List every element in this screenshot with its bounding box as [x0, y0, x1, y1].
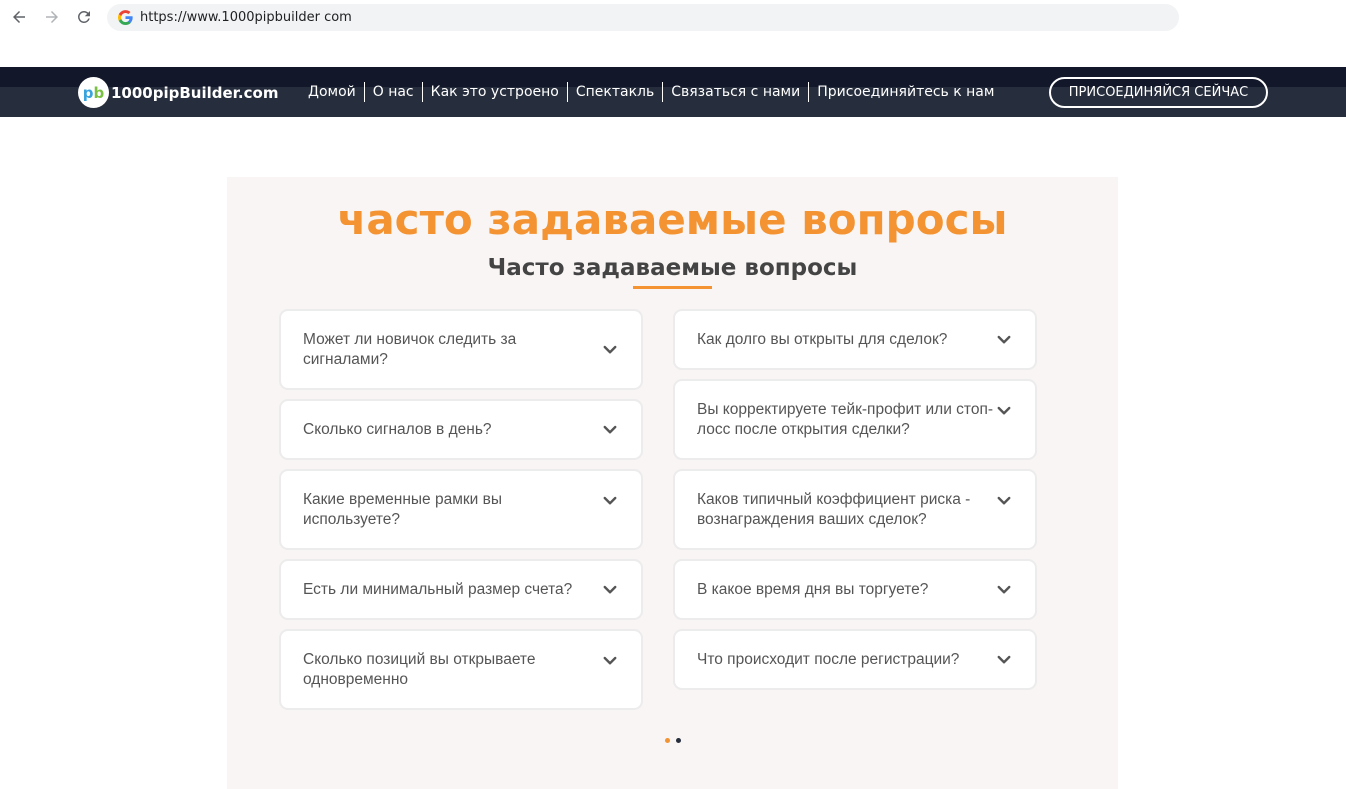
faq-item[interactable]: Есть ли минимальный размер счета?	[279, 559, 643, 620]
reload-button[interactable]	[73, 6, 95, 28]
title-underline	[633, 286, 712, 289]
faq-item[interactable]: Вы корректируете тейк-профит или стоп-ло…	[673, 379, 1037, 460]
chevron-down-icon	[997, 406, 1011, 415]
faq-question: Каков типичный коэффициент риска - возна…	[697, 490, 971, 528]
faq-item[interactable]: В какое время дня вы торгуете?	[673, 559, 1037, 620]
faq-section: часто задаваемые вопросы Часто задаваемы…	[227, 177, 1118, 789]
main-nav: Домой О нас Как это устроено Спектакль С…	[300, 82, 1002, 102]
chevron-down-icon	[603, 585, 617, 593]
faq-question: Сколько позиций вы открываете одновремен…	[303, 650, 536, 688]
logo-text: 1000pipBuilder.com	[111, 83, 279, 102]
faq-subtitle: Часто задаваемые вопросы	[487, 255, 858, 281]
faq-question: Сколько сигналов в день?	[303, 420, 492, 438]
chevron-down-icon	[997, 335, 1011, 343]
arrow-left-icon	[13, 11, 25, 23]
url-text: https://www.1000pipbuilder com	[140, 10, 352, 25]
address-bar[interactable]: https://www.1000pipbuilder com	[107, 4, 1179, 31]
arrow-right-icon	[46, 11, 58, 23]
faq-question: В какое время дня вы торгуете?	[697, 580, 929, 598]
pagination-dot-active[interactable]	[665, 738, 670, 743]
google-icon	[117, 9, 133, 26]
chevron-down-icon	[603, 656, 617, 665]
faq-question: Как долго вы открыты для сделок?	[697, 330, 948, 348]
back-button[interactable]	[8, 6, 30, 28]
faq-question: Что происходит после регистрации?	[697, 650, 960, 668]
chevron-down-icon	[603, 425, 617, 433]
join-now-button[interactable]: ПРИСОЕДИНЯЙСЯ СЕЙЧАС	[1049, 77, 1268, 108]
chevron-down-icon	[997, 585, 1011, 593]
faq-item[interactable]: Какие временные рамки вы используете?	[279, 469, 643, 550]
faq-question: Может ли новичок следить за сигналами?	[303, 330, 517, 368]
site-header: pb 1000pipBuilder.com Домой О нас Как эт…	[0, 67, 1346, 117]
reload-icon	[77, 10, 90, 23]
nav-item-performance[interactable]: Спектакль	[568, 84, 662, 100]
nav-item-about[interactable]: О нас	[365, 84, 422, 100]
pagination-dots	[665, 738, 687, 743]
nav-item-home[interactable]: Домой	[300, 84, 364, 100]
faq-title: часто задаваемые вопросы	[337, 195, 1008, 244]
chevron-down-icon	[603, 345, 617, 353]
nav-item-join[interactable]: Присоединяйтесь к нам	[809, 84, 1002, 100]
faq-question: Есть ли минимальный размер счета?	[303, 580, 573, 598]
logo-pb-icon: pb	[78, 77, 109, 108]
chevron-down-icon	[997, 496, 1011, 505]
chevron-down-icon	[603, 496, 617, 505]
faq-item[interactable]: Может ли новичок следить за сигналами?	[279, 309, 643, 390]
forward-button[interactable]	[41, 6, 63, 28]
pagination-dot[interactable]	[676, 738, 681, 743]
nav-item-how-it-works[interactable]: Как это устроено	[423, 84, 567, 100]
faq-item[interactable]: Сколько позиций вы открываете одновремен…	[279, 629, 643, 710]
faq-item[interactable]: Сколько сигналов в день?	[279, 399, 643, 460]
nav-item-contact[interactable]: Связаться с нами	[663, 84, 808, 100]
chevron-down-icon	[997, 655, 1011, 663]
faq-item[interactable]: Каков типичный коэффициент риска - возна…	[673, 469, 1037, 550]
faq-item[interactable]: Что происходит после регистрации?	[673, 629, 1037, 690]
faq-question: Какие временные рамки вы используете?	[303, 490, 502, 528]
site-logo[interactable]: pb 1000pipBuilder.com	[78, 77, 278, 108]
browser-toolbar: https://www.1000pipbuilder com	[0, 0, 1346, 34]
faq-question: Вы корректируете тейк-профит или стоп-ло…	[697, 400, 994, 438]
faq-item[interactable]: Как долго вы открыты для сделок?	[673, 309, 1037, 370]
